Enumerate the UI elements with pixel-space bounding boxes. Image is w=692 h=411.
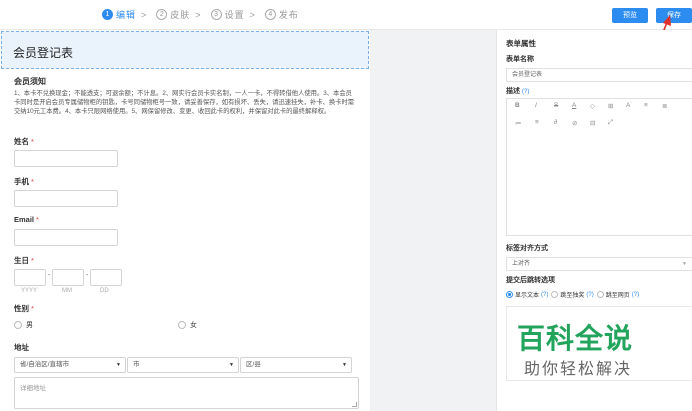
required-mark: * xyxy=(36,215,39,224)
step-number: 1 xyxy=(102,9,113,20)
step-label: 发布 xyxy=(278,10,299,20)
chevron-right-icon: > xyxy=(195,9,201,20)
step-publish[interactable]: 4 发布 xyxy=(264,8,299,21)
form-title: 会员登记表 xyxy=(13,46,74,60)
day-hint: DD xyxy=(100,288,109,294)
bold-icon[interactable]: B xyxy=(515,102,520,109)
form-name-input[interactable]: 会员登记表 xyxy=(506,68,692,82)
resize-handle-icon[interactable] xyxy=(352,402,357,407)
radio-icon xyxy=(178,321,186,329)
strikethrough-icon[interactable]: S xyxy=(554,102,558,109)
fill-color-icon[interactable]: ◇ xyxy=(590,102,595,110)
redirect-text-radio[interactable]: 显示文本 (?) xyxy=(506,290,548,299)
watermark-title: 百科全说 xyxy=(517,322,634,355)
panel-heading: 表单属性 xyxy=(506,39,536,48)
month-hint: MM xyxy=(62,288,72,294)
help-icon[interactable]: (?) xyxy=(586,292,593,298)
address-label: 地址 xyxy=(14,343,29,352)
radio-icon xyxy=(551,291,559,298)
step-number: 3 xyxy=(210,9,222,20)
required-mark: * xyxy=(31,304,34,313)
notice-title: 会员须知 xyxy=(14,77,46,86)
radio-icon xyxy=(506,291,513,298)
description-label: 描述 (?) xyxy=(506,88,530,95)
required-mark: * xyxy=(31,177,34,186)
watermark-subtitle: 助你轻松解决 xyxy=(524,359,633,378)
redirect-label: 提交后跳转选项 xyxy=(506,277,555,284)
step-edit[interactable]: 1 编辑 > xyxy=(102,8,152,21)
year-hint: YYYY xyxy=(21,288,38,294)
fullscreen-icon[interactable]: ⤢ xyxy=(608,119,613,127)
birth-day-field[interactable] xyxy=(90,269,122,286)
chevron-right-icon: > xyxy=(249,9,255,20)
date-separator: - xyxy=(86,272,89,279)
description-editor[interactable]: B I S A ◇ ⊞ A˙ ≡ ≣ ≔ ≡ ∂ ⊘ ⊟ ⤢ xyxy=(506,98,692,236)
caret-down-icon: ▼ xyxy=(682,261,687,267)
step-settings[interactable]: 3 设置 > xyxy=(210,8,261,21)
phone-label: 手机 * xyxy=(14,177,34,186)
birth-year-field[interactable] xyxy=(14,269,46,286)
caret-down-icon: ▼ xyxy=(229,362,234,368)
step-skin[interactable]: 2 皮肤 > xyxy=(156,8,206,21)
italic-icon[interactable]: I xyxy=(535,102,537,109)
link-icon[interactable]: ∂ xyxy=(554,119,557,126)
form-canvas: 会员登记表 会员须知 1、本卡不兑换现金；不能透支；可退余额；不计息。2、网实行… xyxy=(0,30,370,411)
step-label: 皮肤 xyxy=(170,10,191,20)
label-align-label: 标签对齐方式 xyxy=(506,245,548,252)
font-size-icon[interactable]: A˙ xyxy=(626,102,633,109)
unlink-icon[interactable]: ⊘ xyxy=(572,119,577,127)
birth-month-field[interactable] xyxy=(52,269,84,286)
district-select[interactable]: 区/县 ▼ xyxy=(240,357,352,373)
date-separator: - xyxy=(48,272,51,279)
redirect-prize-radio[interactable]: 跳至独奖 (?) xyxy=(551,290,594,299)
step-label: 编辑 xyxy=(116,10,137,20)
notice-text: 1、本卡不兑换现金；不能透支；可退余额；不计息。2、网实行会员卡实名制，一人一卡… xyxy=(14,90,355,115)
image-icon[interactable]: ⊟ xyxy=(590,119,595,127)
gender-female-radio[interactable]: 女 xyxy=(178,320,197,330)
gender-male-radio[interactable]: 男 xyxy=(14,320,33,330)
list-icon[interactable]: ≔ xyxy=(515,119,522,127)
caret-down-icon: ▼ xyxy=(116,362,121,368)
email-label: Email * xyxy=(14,215,39,224)
align-icon[interactable]: ≡ xyxy=(644,102,648,109)
name-label: 姓名 * xyxy=(14,137,34,146)
chevron-right-icon: > xyxy=(141,9,147,20)
phone-field[interactable] xyxy=(14,190,118,207)
birthday-label: 生日 * xyxy=(14,256,34,265)
indent-icon[interactable]: ≣ xyxy=(662,102,667,110)
step-label: 设置 xyxy=(224,10,245,20)
required-mark: * xyxy=(31,137,34,146)
table-icon[interactable]: ⊞ xyxy=(608,102,613,110)
form-header[interactable]: 会员登记表 xyxy=(1,31,369,69)
help-icon[interactable]: (?) xyxy=(632,292,639,298)
city-select[interactable]: 市 ▼ xyxy=(127,357,239,373)
radio-icon xyxy=(596,291,604,298)
step-number: 4 xyxy=(264,9,276,20)
step-nav: 1 编辑 > 2 皮肤 > 3 设置 > 4 发布 xyxy=(102,8,303,21)
redirect-web-radio[interactable]: 跳至网页 (?) xyxy=(596,290,639,299)
caret-down-icon: ▼ xyxy=(342,362,347,368)
name-field[interactable] xyxy=(14,150,118,167)
form-name-label: 表单名称 xyxy=(506,56,534,63)
ordered-list-icon[interactable]: ≡ xyxy=(535,119,539,126)
help-icon[interactable]: (?) xyxy=(541,292,548,298)
province-select[interactable]: 省/自治区/直辖市 ▼ xyxy=(14,357,126,373)
label-align-select[interactable]: 上对齐 ▼ xyxy=(506,257,692,271)
gender-label: 性别 * xyxy=(14,304,34,313)
top-bar: 1 编辑 > 2 皮肤 > 3 设置 > 4 发布 预览 保存 xyxy=(0,0,692,30)
step-number: 2 xyxy=(156,9,168,20)
address-detail-field[interactable]: 详细地址 xyxy=(14,377,359,409)
required-mark: * xyxy=(31,256,34,265)
email-field[interactable] xyxy=(14,229,118,246)
font-color-icon[interactable]: A xyxy=(572,102,576,109)
radio-icon xyxy=(14,321,22,329)
help-icon[interactable]: (?) xyxy=(522,89,529,95)
redirect-options: 显示文本 (?) 跳至独奖 (?) 跳至网页 (?) xyxy=(506,290,642,299)
preview-button[interactable]: 预览 xyxy=(612,8,648,23)
